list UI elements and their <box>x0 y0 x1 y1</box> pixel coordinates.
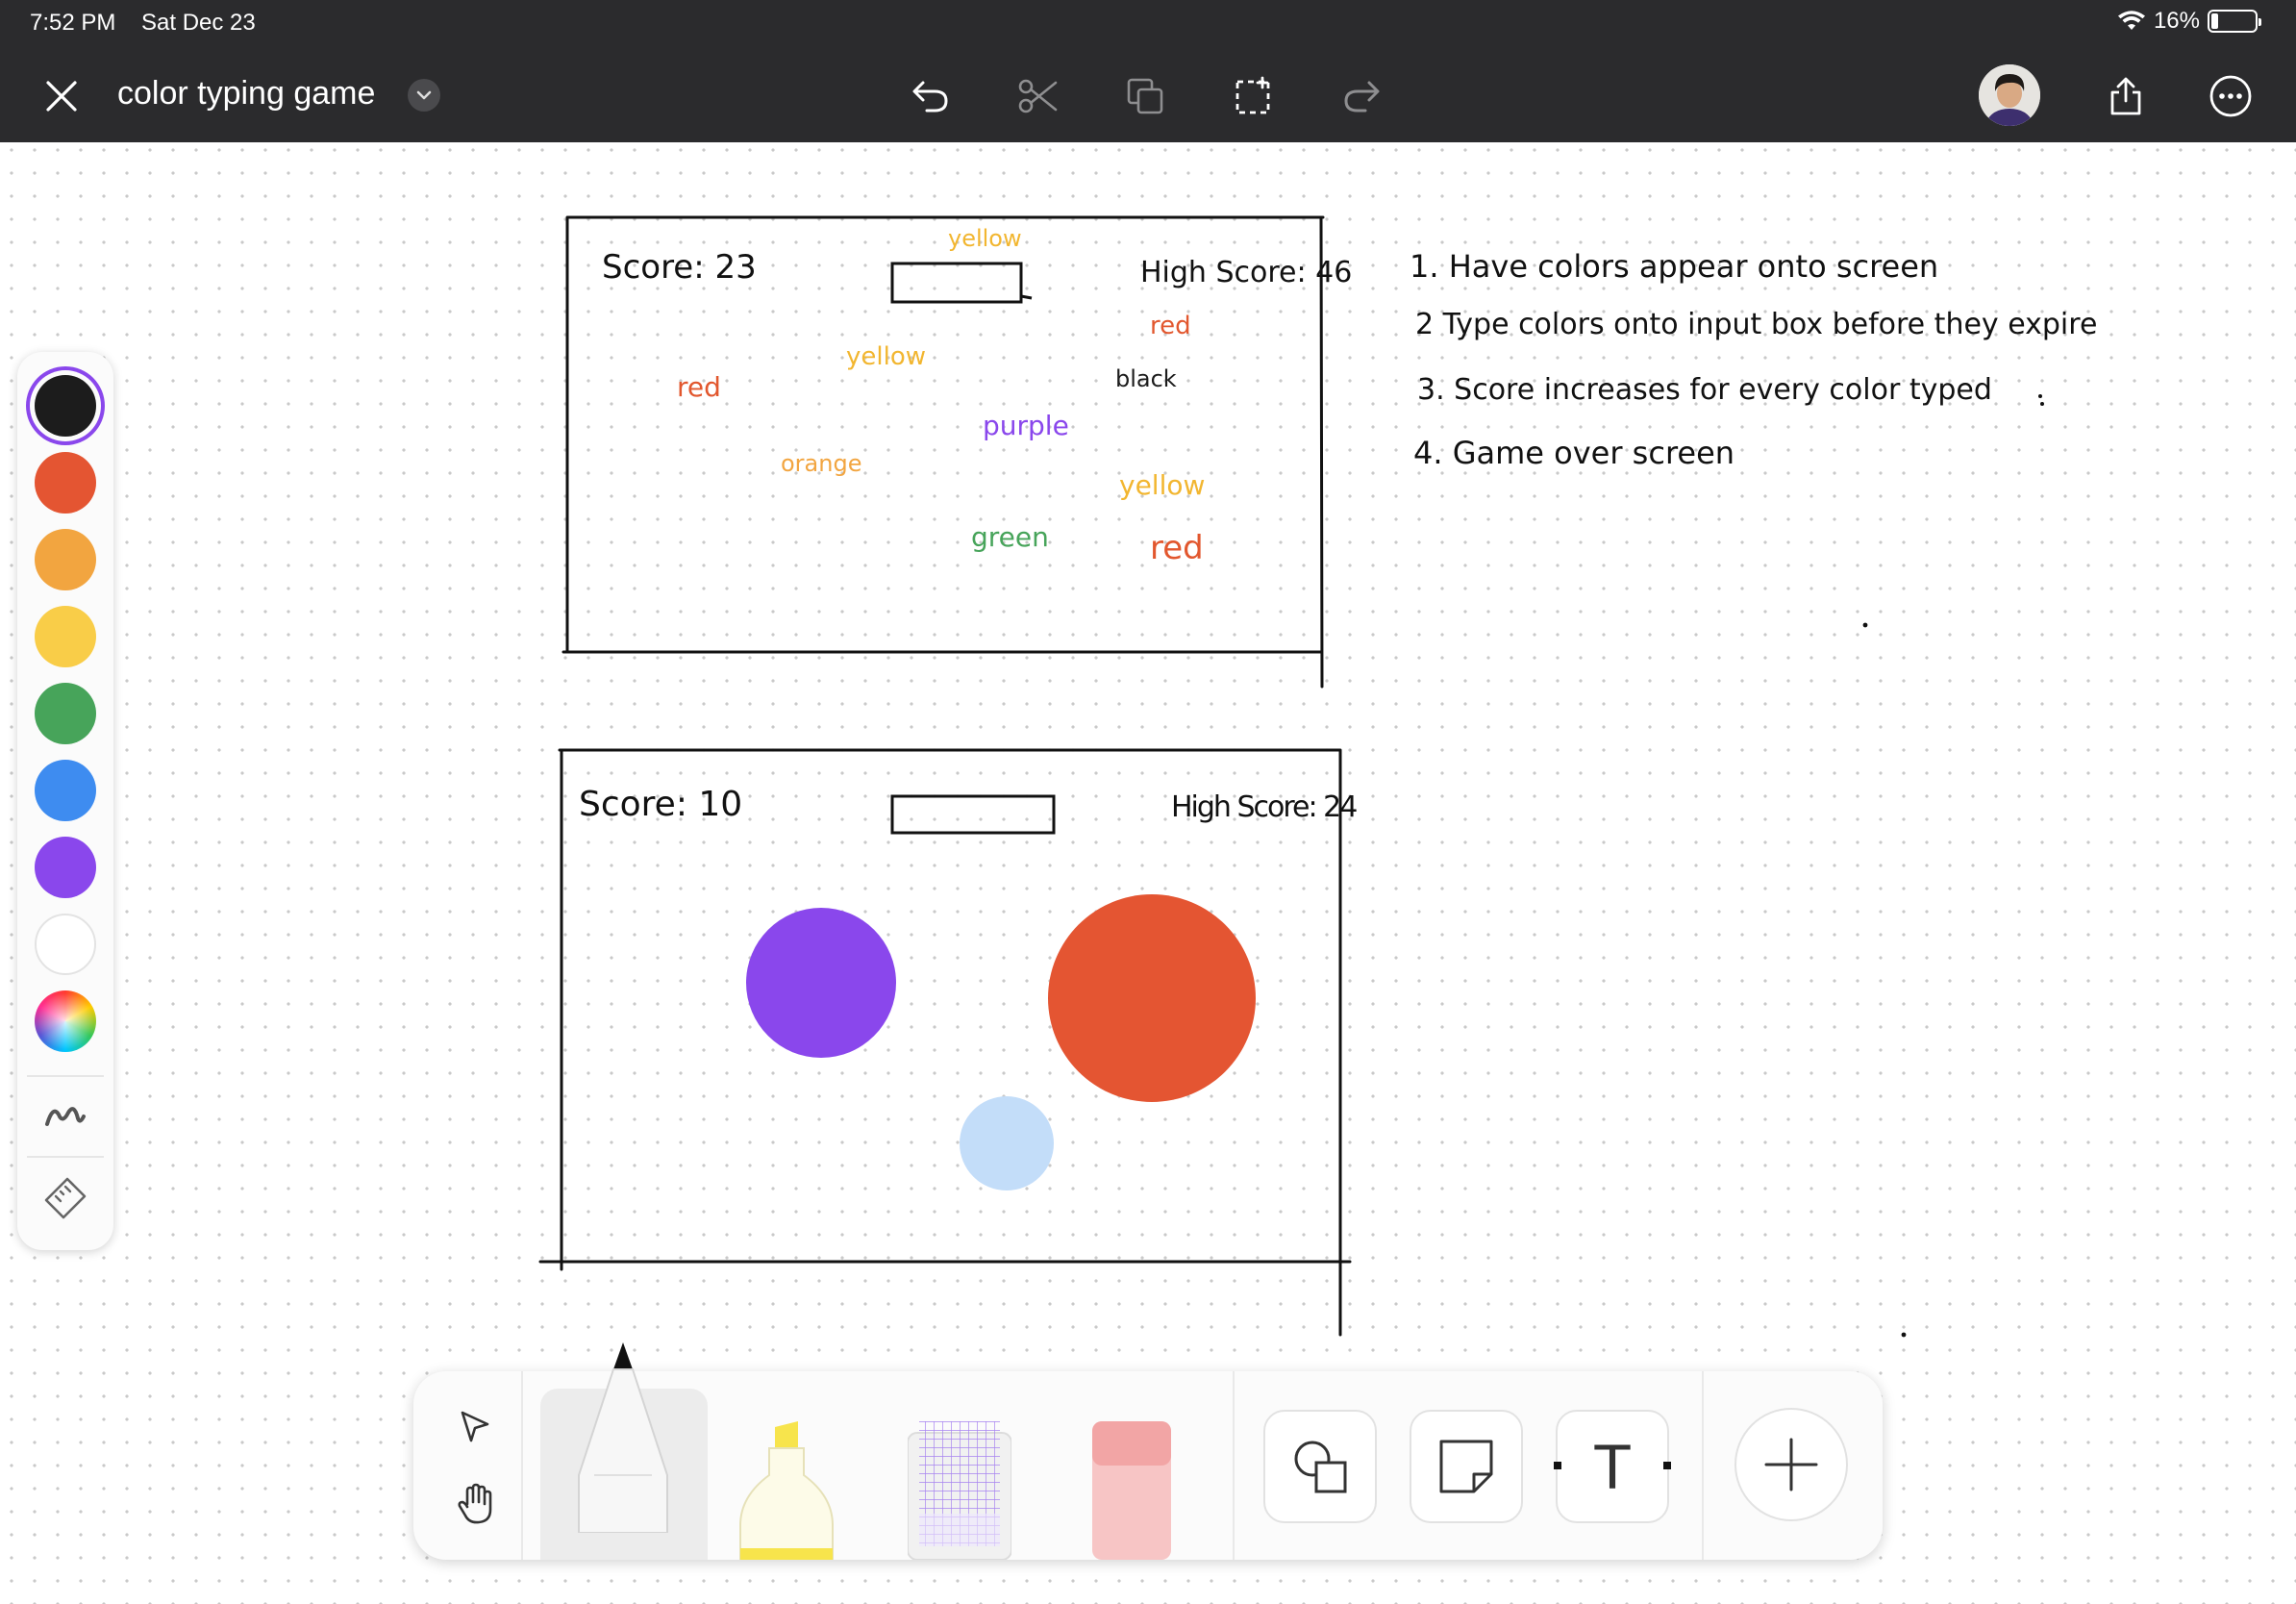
color-swatch-orange[interactable] <box>35 529 96 590</box>
bottom-toolbar: T <box>413 1342 1883 1561</box>
stroke-style-button[interactable] <box>42 1092 88 1139</box>
duplicate-button[interactable] <box>1119 69 1173 123</box>
text-box-button[interactable]: T <box>1554 1410 1671 1523</box>
status-right: 16% <box>2117 8 2261 35</box>
lasso-select-button[interactable] <box>1227 69 1281 123</box>
status-date: Sat Dec 23 <box>141 10 256 36</box>
battery-icon <box>2208 10 2261 33</box>
scissors-icon <box>1018 79 1058 113</box>
color-swatch-purple[interactable] <box>35 837 96 898</box>
pen-tool-slot[interactable] <box>540 1342 708 1560</box>
pen-tool <box>578 1342 668 1533</box>
plus-icon <box>1764 1438 1818 1491</box>
sticky-note-button[interactable] <box>1410 1410 1523 1523</box>
avatar[interactable] <box>1979 64 2040 126</box>
share-button[interactable] <box>2099 69 2153 123</box>
more-button[interactable] <box>2204 69 2258 123</box>
close-button[interactable] <box>38 73 85 119</box>
status-time: 7:52 PM <box>30 10 116 36</box>
color-swatch-red[interactable] <box>35 452 96 514</box>
highlighter-tool[interactable] <box>736 1419 836 1561</box>
cut-button[interactable] <box>1011 69 1065 123</box>
toolbar-divider-3 <box>1702 1371 1704 1560</box>
undo-button[interactable] <box>904 69 958 123</box>
grid-tool[interactable] <box>907 1421 1012 1561</box>
user-avatar-image <box>1979 64 2040 126</box>
color-palette <box>17 352 113 1250</box>
color-swatch-black[interactable] <box>35 375 96 437</box>
shapes-icon <box>1294 1441 1347 1493</box>
share-icon <box>2110 77 2141 115</box>
toolbar-divider-2 <box>1233 1371 1235 1560</box>
color-swatch-yellow[interactable] <box>35 606 96 667</box>
eraser-icon <box>1092 1421 1171 1560</box>
select-icon <box>461 1411 489 1442</box>
hand-icon <box>458 1483 492 1524</box>
add-button[interactable] <box>1734 1408 1848 1521</box>
redo-button[interactable] <box>1335 69 1388 123</box>
close-icon <box>46 81 77 112</box>
squiggle-icon <box>45 1107 86 1126</box>
text-tool-label: T <box>1592 1431 1633 1502</box>
undo-icon <box>912 81 948 113</box>
text-handle-right <box>1663 1462 1671 1469</box>
top-bar: 7:52 PM Sat Dec 23 16% color typing game <box>0 0 2296 142</box>
hand-tool[interactable] <box>448 1477 502 1531</box>
duplicate-icon <box>1127 78 1163 114</box>
ruler-button[interactable] <box>42 1175 88 1221</box>
select-tool[interactable] <box>448 1400 502 1454</box>
color-swatch-white[interactable] <box>35 914 96 975</box>
grid-paper-icon <box>907 1421 1012 1561</box>
shapes-button[interactable] <box>1263 1410 1377 1523</box>
sticky-note-icon <box>1439 1440 1493 1493</box>
wifi-icon <box>2117 11 2145 30</box>
palette-divider-2 <box>27 1156 104 1158</box>
highlighter-icon <box>739 1421 834 1561</box>
battery-percent: 16% <box>2153 8 2200 34</box>
toolbar-divider <box>521 1371 523 1560</box>
eraser-tool[interactable] <box>1088 1421 1175 1560</box>
color-swatch-blue[interactable] <box>35 760 96 821</box>
color-swatch-green[interactable] <box>35 683 96 744</box>
battery-fill <box>2211 13 2218 29</box>
text-handle-left <box>1554 1462 1561 1469</box>
selection-icon <box>1235 76 1270 114</box>
title-menu-button[interactable] <box>408 79 440 112</box>
chevron-down-icon <box>416 90 432 100</box>
palette-divider <box>27 1075 104 1077</box>
color-picker-wheel[interactable] <box>35 990 96 1052</box>
redo-icon <box>1344 81 1380 113</box>
more-icon <box>2209 75 2252 117</box>
ruler-icon <box>44 1177 87 1219</box>
document-title[interactable]: color typing game <box>117 75 375 113</box>
